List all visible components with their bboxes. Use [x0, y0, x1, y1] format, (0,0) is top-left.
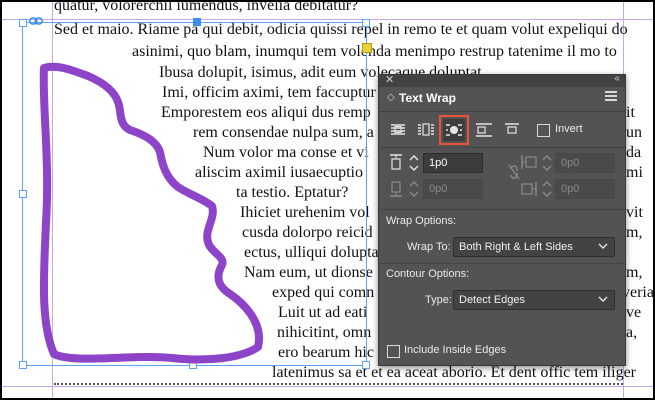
- left-offset-input[interactable]: 0p0: [555, 153, 615, 173]
- contour-type-value: Detect Edges: [459, 294, 526, 306]
- panel-grip-icon[interactable]: ◇: [387, 92, 395, 103]
- invert-label: Invert: [555, 123, 583, 135]
- wrap-to-select[interactable]: Both Right & Left Sides: [453, 237, 615, 257]
- next-column-icon: [505, 123, 519, 134]
- close-icon[interactable]: ✕: [385, 73, 394, 86]
- chevron-down-icon: [598, 296, 608, 302]
- bounding-box-wrap-icon: [418, 123, 434, 136]
- no-text-wrap-button[interactable]: [387, 119, 409, 141]
- include-inside-edges-label: Include Inside Edges: [404, 344, 507, 356]
- jump-object-icon: [476, 123, 492, 137]
- unlink-icon[interactable]: [507, 163, 521, 181]
- document-canvas[interactable]: quatur, volorerchil iumendus, invelia de…: [0, 0, 655, 400]
- wrap-object-shape-button[interactable]: [439, 115, 469, 145]
- top-offset-icon: [390, 154, 402, 170]
- wrap-options-label: Wrap Options:: [386, 215, 457, 227]
- wrap-to-label: Wrap To:: [407, 241, 451, 253]
- right-offset-input[interactable]: 0p0: [555, 179, 615, 199]
- jump-object-button[interactable]: [473, 119, 495, 141]
- jump-to-next-column-button[interactable]: [501, 119, 523, 141]
- panel-menu-icon[interactable]: [605, 91, 617, 101]
- type-label: Type:: [425, 294, 452, 306]
- no-wrap-icon: [391, 124, 405, 135]
- right-offset-stepper[interactable]: [541, 178, 553, 200]
- panel-divider: [379, 263, 625, 264]
- panel-divider: [379, 209, 625, 210]
- collapse-icon[interactable]: ‹‹: [614, 73, 620, 84]
- contour-options-label: Contour Options:: [386, 268, 470, 280]
- invert-checkbox[interactable]: [537, 124, 550, 137]
- panel-divider: [379, 147, 625, 148]
- left-offset-icon: [521, 155, 537, 169]
- panel-title-bar[interactable]: ✕ ‹‹: [379, 73, 625, 87]
- bottom-offset-stepper[interactable]: [408, 178, 420, 200]
- bottom-offset-icon: [390, 181, 402, 197]
- left-offset-stepper[interactable]: [541, 152, 553, 174]
- chevron-down-icon: [598, 243, 608, 249]
- top-offset-stepper[interactable]: [408, 152, 420, 174]
- right-offset-icon: [521, 182, 537, 196]
- top-offset-input[interactable]: 1p0: [423, 153, 483, 173]
- include-inside-edges-checkbox[interactable]: [387, 345, 400, 358]
- wrap-to-value: Both Right & Left Sides: [459, 241, 573, 253]
- object-shape-wrap-icon: [446, 124, 462, 136]
- panel-title: Text Wrap: [399, 91, 456, 105]
- bottom-offset-input[interactable]: 0p0: [423, 179, 483, 199]
- wrap-bounding-box-button[interactable]: [415, 119, 437, 141]
- panel-header: ◇ Text Wrap: [379, 87, 625, 112]
- text-wrap-panel: ✕ ‹‹ ◇ Text Wrap Invert 1p0 0p0 0p0 0p0 …: [378, 73, 626, 366]
- contour-type-select[interactable]: Detect Edges: [453, 290, 615, 310]
